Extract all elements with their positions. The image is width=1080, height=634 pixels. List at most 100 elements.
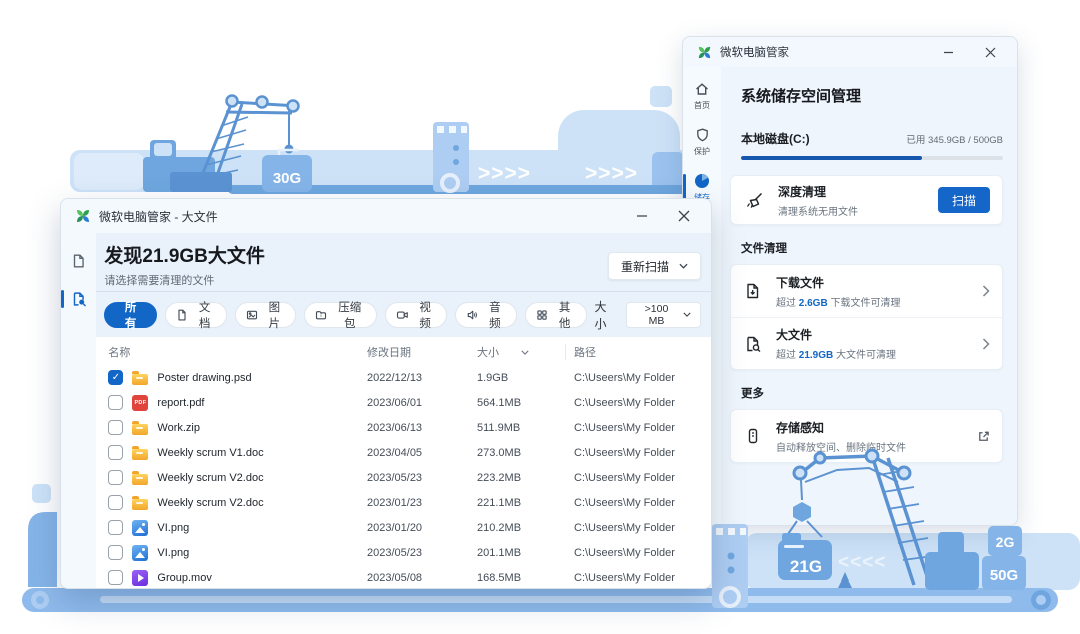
row-checkbox[interactable]: [108, 370, 123, 385]
filter-pill-video[interactable]: 视频: [385, 302, 447, 328]
rail-download-files[interactable]: [66, 249, 92, 273]
table-row[interactable]: VI.png 2023/05/23 201.1MB C:\Useers\My F…: [96, 540, 711, 565]
large-files-row[interactable]: 大文件 超过 21.9GB 大文件可清理: [731, 317, 1002, 369]
conveyor-chevrons-left: <<<<: [838, 552, 886, 573]
download-files-subtitle: 超过 2.6GB 下载文件可清理: [776, 294, 969, 309]
file-size: 1.9GB: [477, 372, 565, 384]
filter-pill-image[interactable]: 图片: [235, 302, 297, 328]
column-path: 路径: [565, 344, 701, 360]
disk-progress-track: [741, 156, 1003, 160]
filter-icon: [536, 309, 548, 321]
download-file-icon: [743, 281, 763, 301]
filter-pill-archive[interactable]: 压缩包: [304, 302, 377, 328]
conveyor-chevrons-1: >>>>: [478, 162, 531, 185]
file-type-icon: [132, 570, 148, 586]
file-name: Weekly scrum V1.doc: [157, 447, 263, 459]
file-name: Poster drawing.psd: [157, 372, 251, 384]
file-size: 168.5MB: [477, 572, 565, 584]
file-name: VI.png: [157, 522, 189, 534]
main-rail: [61, 233, 96, 589]
row-checkbox[interactable]: [108, 545, 123, 560]
file-type-icon: [132, 374, 148, 385]
file-name: Group.mov: [157, 572, 211, 584]
file-date: 2023/05/23: [367, 472, 477, 484]
file-size: 201.1MB: [477, 547, 565, 559]
file-type-icon: [132, 424, 148, 435]
nav-item-protect[interactable]: 保护: [683, 127, 721, 157]
table-row[interactable]: Weekly scrum V2.doc 2023/05/23 223.2MB C…: [96, 465, 711, 490]
table-row[interactable]: Poster drawing.psd 2022/12/13 1.9GB C:\U…: [96, 365, 711, 390]
filter-pill-audio[interactable]: 音频: [455, 302, 517, 328]
scan-button[interactable]: 扫描: [938, 187, 990, 213]
table-row[interactable]: report.pdf 2023/06/01 564.1MB C:\Useers\…: [96, 390, 711, 415]
file-path: C:\Useers\My Folder: [565, 497, 701, 509]
table-row[interactable]: Group.mov 2023/05/08 168.5MB C:\Useers\M…: [96, 565, 711, 589]
file-date: 2023/04/05: [367, 447, 477, 459]
row-checkbox[interactable]: [108, 470, 123, 485]
deep-clean-card[interactable]: 深度清理 清理系统无用文件 扫描: [730, 175, 1003, 225]
chevron-right-icon: [982, 285, 990, 297]
large-files-subtitle: 超过 21.9GB 大文件可清理: [776, 346, 969, 361]
disk-name: 本地磁盘(C:): [741, 130, 810, 147]
row-checkbox[interactable]: [108, 570, 123, 585]
file-size: 511.9MB: [477, 422, 565, 434]
file-clean-section-label: 文件清理: [741, 240, 1003, 256]
side-close-button[interactable]: [973, 40, 1007, 64]
deep-clean-title: 深度清理: [778, 183, 925, 200]
file-date: 2023/05/23: [367, 547, 477, 559]
file-name: Weekly scrum V2.doc: [157, 472, 263, 484]
table-row[interactable]: VI.png 2023/01/20 210.2MB C:\Useers\My F…: [96, 515, 711, 540]
size-filter-dropdown[interactable]: >100 MB: [626, 302, 701, 328]
broom-icon: [743, 189, 765, 211]
column-size-sort[interactable]: 大小: [477, 344, 565, 360]
pc-manager-large-files-window: 微软电脑管家 - 大文件: [60, 198, 712, 589]
large-file-search-icon: [743, 334, 763, 354]
file-type-icon: [132, 520, 148, 536]
filter-label: 所有: [119, 299, 141, 331]
main-window-title: 微软电脑管家 - 大文件: [99, 208, 617, 225]
download-files-row[interactable]: 下载文件 超过 2.6GB 下载文件可清理: [731, 265, 1002, 317]
file-date: 2023/05/08: [367, 572, 477, 584]
file-type-icon: [132, 545, 148, 561]
table-row[interactable]: Weekly scrum V2.doc 2023/01/23 221.1MB C…: [96, 490, 711, 515]
size-filter-label: 大小: [595, 298, 618, 332]
file-size: 210.2MB: [477, 522, 565, 534]
storage-sense-title: 存储感知: [776, 419, 964, 436]
filter-icon: [246, 309, 258, 321]
file-path: C:\Useers\My Folder: [565, 572, 701, 584]
box-2g: [988, 526, 1022, 556]
rail-large-files[interactable]: [66, 287, 92, 311]
table-row[interactable]: Work.zip 2023/06/13 511.9MB C:\Useers\My…: [96, 415, 711, 440]
row-checkbox[interactable]: [108, 520, 123, 535]
storage-pie-icon: [694, 173, 710, 189]
row-checkbox[interactable]: [108, 495, 123, 510]
row-checkbox[interactable]: [108, 445, 123, 460]
main-minimize-button[interactable]: [625, 204, 659, 228]
file-rows: Poster drawing.psd 2022/12/13 1.9GB C:\U…: [96, 365, 711, 589]
box-50g-label: 50G: [990, 567, 1018, 584]
download-files-title: 下载文件: [776, 274, 969, 291]
rescan-button[interactable]: 重新扫描: [608, 252, 701, 280]
row-checkbox[interactable]: [108, 420, 123, 435]
column-name: 名称: [108, 344, 367, 360]
table-row[interactable]: Weekly scrum V1.doc 2023/04/05 273.0MB C…: [96, 440, 711, 465]
disk-usage-block: 本地磁盘(C:) 已用 345.9GB / 500GB: [730, 130, 1003, 160]
deep-clean-subtitle: 清理系统无用文件: [778, 203, 925, 218]
column-date: 修改日期: [367, 344, 477, 360]
row-checkbox[interactable]: [108, 395, 123, 410]
nav-item-home[interactable]: 首页: [683, 81, 721, 111]
storage-sense-card[interactable]: 存储感知 自动释放空间、删除临时文件: [730, 409, 1003, 463]
main-close-button[interactable]: [667, 204, 701, 228]
filter-icon: [396, 309, 408, 321]
file-size: 273.0MB: [477, 447, 565, 459]
filter-pill-all[interactable]: 所有: [104, 302, 156, 328]
file-clean-group: 下载文件 超过 2.6GB 下载文件可清理: [730, 264, 1003, 370]
filter-pill-grid[interactable]: 其他: [525, 302, 587, 328]
file-size: 223.2MB: [477, 472, 565, 484]
filter-pill-doc[interactable]: 文档: [165, 302, 227, 328]
type-filter-pills: 所有 文档 图片 压缩包 视频 音频 其他: [104, 302, 586, 328]
pc-manager-storage-window: 微软电脑管家 首页: [682, 36, 1018, 526]
filter-icon: [466, 309, 478, 321]
side-minimize-button[interactable]: [931, 40, 965, 64]
filter-icon: [176, 309, 188, 321]
